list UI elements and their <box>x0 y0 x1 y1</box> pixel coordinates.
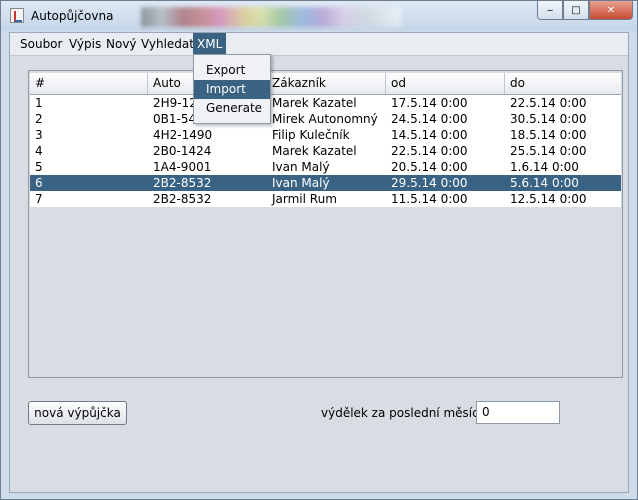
table-header: # Auto Zákazník od do <box>30 73 621 95</box>
table-cell: 11.5.14 0:00 <box>391 192 468 206</box>
table-row[interactable]: 5 1A4-9001 Ivan Malý 20.5.14 0:00 1.6.14 0:0… <box>30 159 621 175</box>
title-bar[interactable]: Autopůjčovna ‒ □ ✕ <box>1 1 637 31</box>
column-header-do[interactable]: do <box>505 73 621 94</box>
menu-novy[interactable]: Nový <box>102 33 141 55</box>
table-cell: 2B2-8532 <box>153 192 212 206</box>
table-cell: Marek Kazatel <box>272 144 357 158</box>
menu-bar: Soubor Výpis Nový Vyhledat XML <box>10 33 628 56</box>
table-cell: 24.5.14 0:00 <box>391 112 468 126</box>
menu-item-export[interactable]: Export <box>194 61 270 80</box>
table-cell: 18.5.14 0:00 <box>510 128 587 142</box>
table-row[interactable]: 4 2B0-1424 Marek Kazatel 22.5.14 0:00 25.5.1… <box>30 143 621 159</box>
earnings-field[interactable]: 0 <box>476 401 560 424</box>
table-cell: 7 <box>35 192 43 206</box>
minimize-button[interactable]: ‒ <box>537 1 563 20</box>
table-cell: Marek Kazatel <box>272 96 357 110</box>
menu-vypis[interactable]: Výpis <box>65 33 105 55</box>
table-cell: 12.5.14 0:00 <box>510 192 587 206</box>
menu-xml[interactable]: XML <box>193 33 227 55</box>
table-cell: 1.6.14 0:00 <box>510 160 579 174</box>
minimize-icon: ‒ <box>546 4 554 16</box>
table-cell: 5.6.14 0:00 <box>510 176 579 190</box>
table-cell: 2B0-1424 <box>153 144 212 158</box>
table-row[interactable]: 2 0B1-54.. Mirek Autonomný 24.5.14 0:00 30.5… <box>30 111 621 127</box>
maximize-icon: □ <box>571 4 581 16</box>
table-cell: 14.5.14 0:00 <box>391 128 468 142</box>
blurred-titlebar-background <box>141 7 401 27</box>
table-cell: 4 <box>35 144 43 158</box>
table-row[interactable]: 6 2B2-8532 Ivan Malý 29.5.14 0:00 5.6.14 0:0… <box>30 175 621 191</box>
table-cell: 4H2-1490 <box>153 128 213 142</box>
table-row[interactable]: 7 2B2-8532 Jarmil Rum 11.5.14 0:00 12.5.14 0… <box>30 191 621 207</box>
table-cell: Filip Kulečník <box>272 128 350 142</box>
menu-vyhledat[interactable]: Vyhledat <box>137 33 198 55</box>
maximize-button[interactable]: □ <box>563 1 589 20</box>
table-cell: 3 <box>35 128 43 142</box>
table-cell: 29.5.14 0:00 <box>391 176 468 190</box>
close-button[interactable]: ✕ <box>589 1 633 20</box>
xml-dropdown-menu: Export Import Generate <box>193 54 271 124</box>
table-row[interactable]: 3 4H2-1490 Filip Kulečník 14.5.14 0:00 18.5.… <box>30 127 621 143</box>
table-cell: 5 <box>35 160 43 174</box>
java-app-icon <box>10 8 24 23</box>
table-cell: 2 <box>35 112 43 126</box>
table-cell: 1A4-9001 <box>153 160 212 174</box>
table-cell: 22.5.14 0:00 <box>391 144 468 158</box>
table-cell: 20.5.14 0:00 <box>391 160 468 174</box>
menu-item-generate[interactable]: Generate <box>194 99 270 118</box>
window-title: Autopůjčovna <box>31 9 114 23</box>
app-window: Autopůjčovna ‒ □ ✕ Soubor Výpis Nový Vyh… <box>0 0 638 500</box>
table-cell: 22.5.14 0:00 <box>510 96 587 110</box>
menu-item-import[interactable]: Import <box>194 80 270 99</box>
table-row[interactable]: 1 2H9-12.. Marek Kazatel 17.5.14 0:00 22.5.1… <box>30 95 621 111</box>
rentals-table-panel: # Auto Zákazník od do 1 2H9-12.. Marek Kaz… <box>28 70 623 378</box>
column-header-zakaznik[interactable]: Zákazník <box>267 73 386 94</box>
close-icon: ✕ <box>606 4 616 16</box>
window-controls: ‒ □ ✕ <box>537 1 633 21</box>
table-cell: 25.5.14 0:00 <box>510 144 587 158</box>
column-header-od[interactable]: od <box>386 73 505 94</box>
table-cell: 6 <box>35 176 43 190</box>
new-rental-button[interactable]: nová výpůjčka <box>28 401 127 425</box>
table-cell: 17.5.14 0:00 <box>391 96 468 110</box>
table-body: 1 2H9-12.. Marek Kazatel 17.5.14 0:00 22.5.1… <box>30 95 621 207</box>
table-cell: 1 <box>35 96 43 110</box>
table-cell: Ivan Malý <box>272 160 330 174</box>
table-cell: Mirek Autonomný <box>272 112 378 126</box>
rentals-table: # Auto Zákazník od do 1 2H9-12.. Marek Kaz… <box>30 73 621 207</box>
table-cell: 30.5.14 0:00 <box>510 112 587 126</box>
client-area: Soubor Výpis Nový Vyhledat XML # Auto Zá… <box>9 32 629 493</box>
table-cell: Jarmil Rum <box>272 192 337 206</box>
table-cell: Ivan Malý <box>272 176 330 190</box>
table-cell: 2B2-8532 <box>153 176 212 190</box>
column-header-number[interactable]: # <box>30 73 148 94</box>
earnings-label: výdělek za poslední měsíc: <box>321 406 483 420</box>
menu-soubor[interactable]: Soubor <box>16 33 66 55</box>
